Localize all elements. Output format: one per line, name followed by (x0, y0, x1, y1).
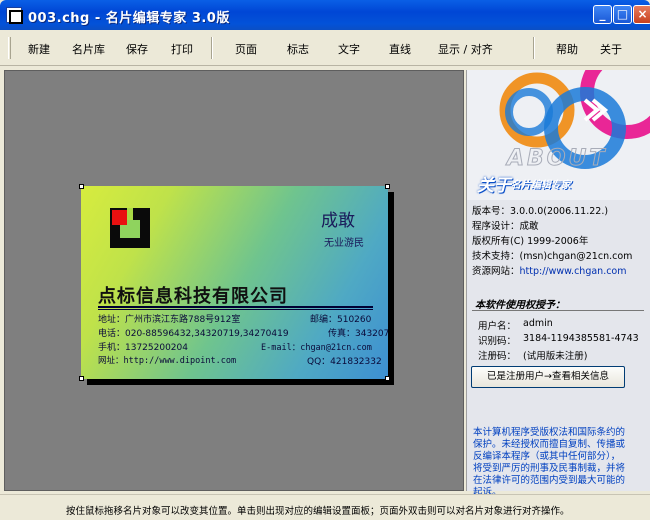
selection-handle[interactable] (385, 376, 390, 381)
card-address[interactable]: 地址：广州市滨江东路788号912室 (98, 312, 240, 325)
status-bar: 按住鼠标拖移名片对象可以改变其位置。单击则出现对应的编辑设置面板；页面外双击则可… (0, 494, 650, 520)
id-row: 识别码： 3184-1194385581-4743 (478, 333, 639, 347)
selection-handle[interactable] (385, 184, 390, 189)
display-align-button[interactable]: 显示 / 对齐 (438, 41, 493, 57)
app-icon[interactable] (6, 7, 23, 24)
reg-label: 注册码： (478, 351, 517, 362)
card-fax[interactable]: 传真：34320719 (328, 326, 388, 339)
card-company[interactable]: 点标信息科技有限公司 (98, 282, 288, 308)
support-text: 技术支持：(msn)chgan@21cn.com (472, 251, 633, 262)
card-library-button[interactable]: 名片库 (72, 41, 105, 57)
reg-row: 注册码： (试用版未注册) (478, 348, 587, 362)
text-button[interactable]: 文字 (338, 41, 360, 57)
window-title: 003.chg - 名片编辑专家 3.0版 (28, 11, 230, 26)
about-label: 关于 (477, 176, 511, 196)
card-qq[interactable]: QQ：421832332 (307, 354, 382, 367)
minimize-button[interactable]: _ (593, 5, 612, 24)
help-button[interactable]: 帮助 (556, 41, 578, 57)
close-button[interactable]: × (633, 5, 650, 24)
card-phone[interactable]: 电话：020-88596432,34320719,34270419 (98, 326, 289, 339)
save-button[interactable]: 保存 (126, 41, 148, 57)
card-postcode[interactable]: 邮编：510260 (310, 312, 371, 325)
about-panel: ABOUT 关于 名片编辑专家 版本号：3.0.0.0(2006.11.22.)… (466, 70, 650, 498)
card-email[interactable]: E-mail：chgan@21cn.com (261, 341, 372, 353)
card-mobile[interactable]: 手机：13725200204 (98, 340, 188, 353)
legal-notice: 本计算机程序受版权法和国际条约的保护。未经授权而擅自复制、传播或反编译本程序（或… (473, 427, 626, 498)
website-link[interactable]: http://www.chgan.com (520, 266, 627, 277)
title-bar: 003.chg - 名片编辑专家 3.0版 _ □ × (0, 0, 650, 30)
card-website[interactable]: 网址：http://www.dipoint.com (98, 354, 236, 366)
svg-text:ABOUT: ABOUT (505, 146, 607, 171)
card-job-title[interactable]: 无业游民 (324, 234, 364, 249)
about-banner: ABOUT 关于 名片编辑专家 (467, 70, 650, 200)
card-name[interactable]: 成敢 (321, 206, 355, 231)
license-divider (472, 310, 644, 311)
maximize-button[interactable]: □ (613, 5, 632, 24)
logo-button[interactable]: 标志 (287, 41, 309, 57)
website-label: 资源网站： (472, 266, 520, 277)
business-card[interactable]: 成敢 无业游民 点标信息科技有限公司 地址：广州市滨江东路788号912室 邮编… (81, 186, 388, 379)
about-button[interactable]: 关于 (600, 41, 622, 57)
id-label: 识别码： (478, 336, 517, 347)
about-product-name: 名片编辑专家 (511, 180, 571, 191)
card-divider-line[interactable] (98, 309, 373, 310)
line-button[interactable]: 直线 (389, 41, 411, 57)
print-button[interactable]: 打印 (171, 41, 193, 57)
user-label: 用户名： (478, 321, 517, 332)
selection-handle[interactable] (79, 184, 84, 189)
user-row: 用户名： admin (478, 318, 553, 332)
toolbar-grip[interactable] (8, 37, 11, 59)
selection-handle[interactable] (79, 376, 84, 381)
id-value: 3184-1194385581-4743 (523, 333, 639, 344)
user-value: admin (523, 318, 553, 329)
status-text: 按住鼠标拖移名片对象可以改变其位置。单击则出现对应的编辑设置面板；页面外双击则可… (66, 506, 570, 517)
toolbar: 新建 名片库 保存 打印 页面 标志 文字 直线 显示 / 对齐 帮助 关于 (0, 30, 650, 66)
company-logo[interactable] (110, 208, 150, 248)
card-divider-line[interactable] (98, 306, 373, 308)
license-title: 本软件使用权授予： (475, 300, 565, 311)
reg-value: (试用版未注册) (523, 351, 588, 362)
toolbar-separator (533, 37, 535, 59)
page-button[interactable]: 页面 (235, 41, 257, 57)
new-button[interactable]: 新建 (28, 41, 50, 57)
website-row: 资源网站：http://www.chgan.com (472, 263, 627, 277)
registered-user-button[interactable]: 已是注册用户→查看相关信息 (471, 366, 625, 388)
designer-text: 程序设计：成敢 (472, 221, 539, 232)
version-text: 版本号：3.0.0.0(2006.11.22.) (472, 206, 609, 217)
copyright-text: 版权所有(C) 1999-2006年 (472, 236, 589, 247)
toolbar-separator (211, 37, 213, 59)
